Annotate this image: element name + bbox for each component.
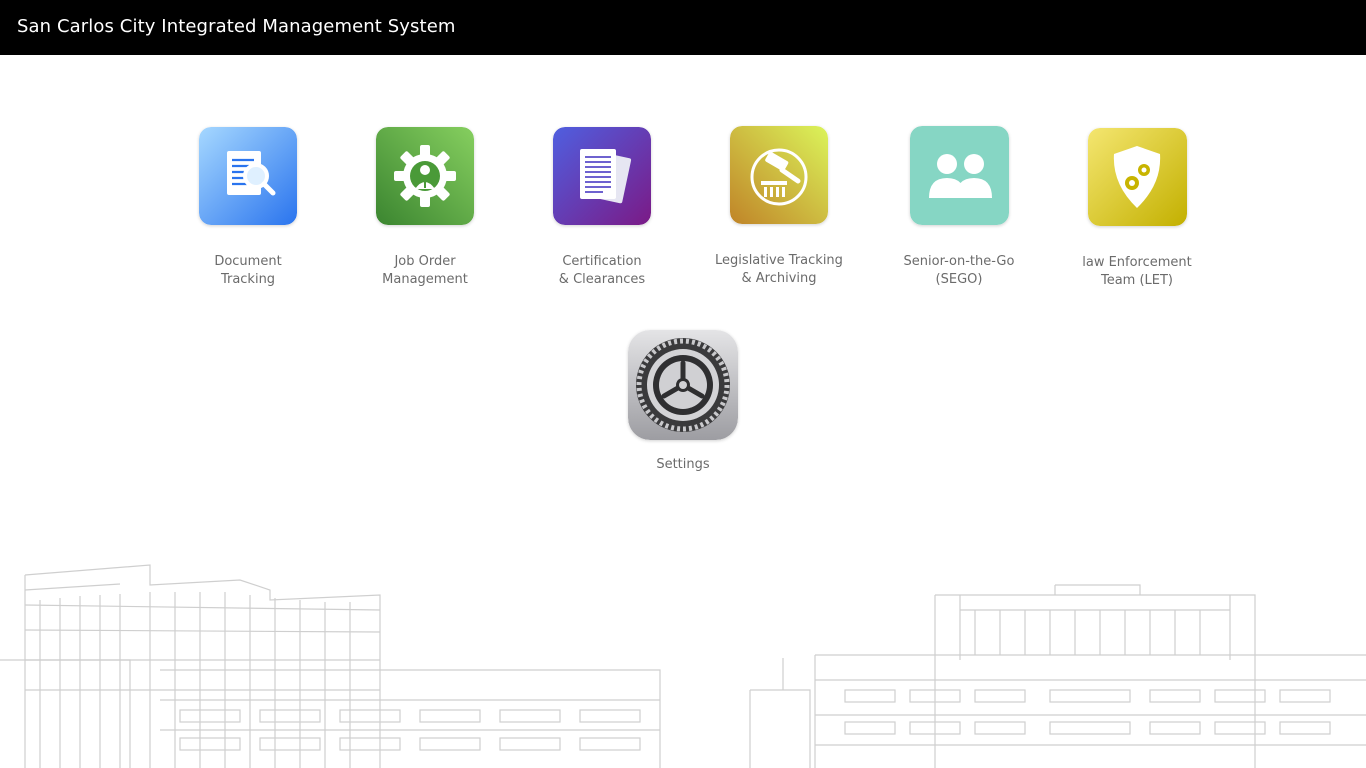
app-label: law Enforcement Team (LET)	[1082, 255, 1192, 288]
gear-worker-icon	[376, 127, 474, 225]
app-label: Job Order Management	[382, 254, 468, 287]
documents-icon	[553, 127, 651, 225]
gavel-icon	[730, 126, 828, 224]
app-document-tracking[interactable]: Document Tracking	[163, 127, 333, 289]
app-title: San Carlos City Integrated Management Sy…	[17, 16, 456, 37]
app-senior-on-the-go[interactable]: Senior-on-the-Go (SEGO)	[874, 126, 1044, 289]
city-hall-sketch-background	[0, 564, 1366, 768]
app-certification-clearances[interactable]: Certification & Clearances	[517, 127, 687, 289]
app-label: Certification & Clearances	[558, 254, 646, 287]
settings-gear-icon	[628, 330, 738, 440]
title-bar: San Carlos City Integrated Management Sy…	[0, 0, 1366, 55]
shield-gears-icon	[1087, 128, 1187, 226]
app-label: Legislative Tracking & Archiving	[715, 253, 843, 286]
app-label: Document Tracking	[214, 254, 282, 287]
app-job-order-management[interactable]: Job Order Management	[340, 127, 510, 289]
app-law-enforcement-team[interactable]: law Enforcement Team (LET)	[1052, 128, 1222, 290]
app-settings[interactable]: Settings	[598, 330, 768, 474]
document-search-icon	[199, 127, 297, 225]
app-label: Settings	[656, 457, 710, 472]
app-legislative-tracking[interactable]: Legislative Tracking & Archiving	[694, 126, 864, 288]
app-label: Senior-on-the-Go (SEGO)	[903, 254, 1015, 287]
people-icon	[909, 126, 1009, 225]
